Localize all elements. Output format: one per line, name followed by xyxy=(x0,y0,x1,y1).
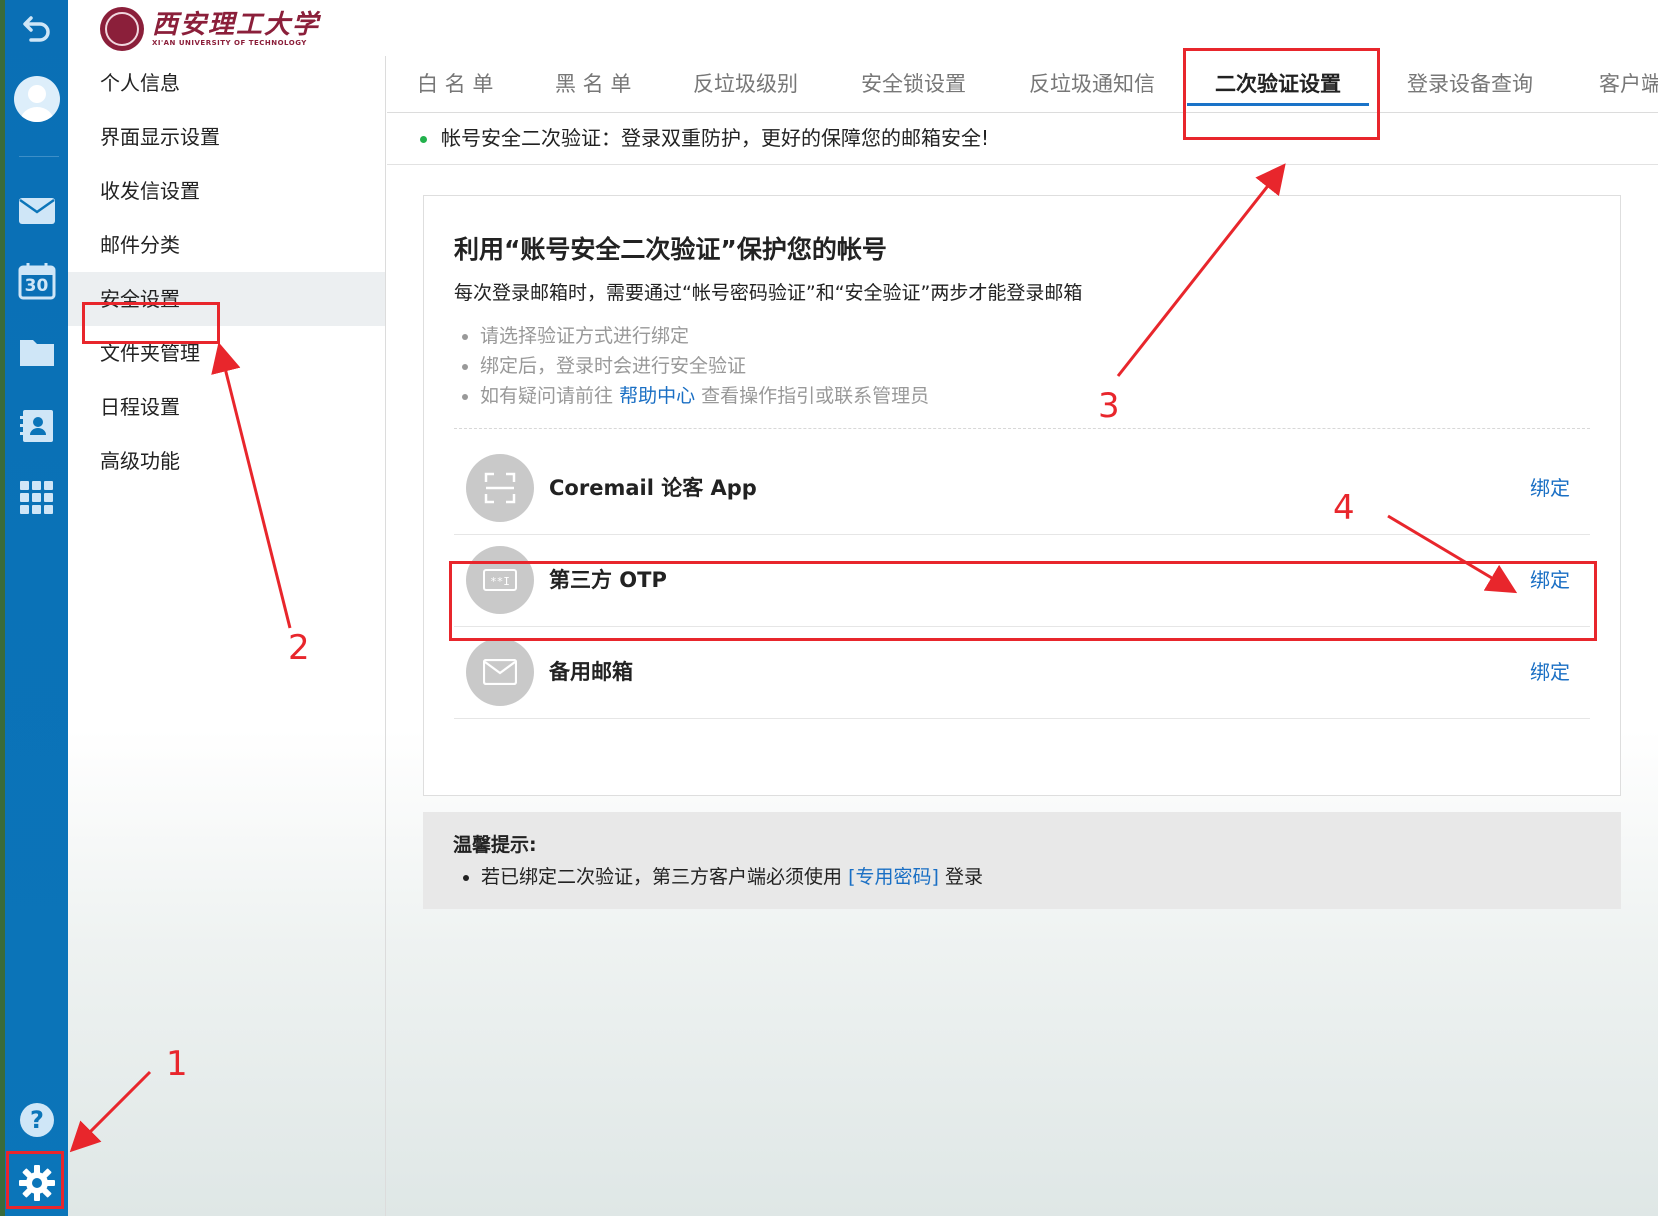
annotation-box-security xyxy=(82,302,220,344)
contacts-icon[interactable] xyxy=(19,408,55,444)
warm-tip-list: 若已绑定二次验证，第三方客户端必须使用 [专用密码] 登录 xyxy=(453,862,983,892)
tip-item: 如有疑问请前往 帮助中心 查看操作指引或联系管理员 xyxy=(480,381,929,411)
bind-button-coremail-app[interactable]: 绑定 xyxy=(1530,442,1570,534)
notice-text: 帐号安全二次验证：登录双重防护，更好的保障您的邮箱安全! xyxy=(441,126,990,150)
university-seal-icon xyxy=(100,7,144,51)
tips-list: 请选择验证方式进行绑定 绑定后，登录时会进行安全验证 如有疑问请前往 帮助中心 … xyxy=(454,321,929,411)
tip-item: 请选择验证方式进行绑定 xyxy=(480,321,929,351)
app-password-link[interactable]: [专用密码] xyxy=(848,866,939,888)
apps-icon[interactable] xyxy=(19,480,55,516)
card-title: 利用“账号安全二次验证”保护您的帐号 xyxy=(454,235,887,264)
two-factor-card: 利用“账号安全二次验证”保护您的帐号 每次登录邮箱时，需要通过“帐号密码验证”和… xyxy=(423,195,1621,796)
tab-antispam-notice[interactable]: 反垃圾通知信 xyxy=(1029,56,1155,112)
security-notice: 帐号安全二次验证：登录双重防护，更好的保障您的邮箱安全! xyxy=(420,122,989,151)
card-description: 每次登录邮箱时，需要通过“帐号密码验证”和“安全验证”两步才能登录邮箱 xyxy=(454,282,1083,304)
method-name: Coremail 论客 App xyxy=(549,476,757,500)
divider xyxy=(387,164,1658,165)
annotation-number-4: 4 xyxy=(1333,488,1355,528)
green-dot-icon xyxy=(420,136,427,143)
help-icon[interactable]: ? xyxy=(19,1102,55,1138)
tab-whitelist[interactable]: 白 名 单 xyxy=(417,56,493,112)
sidebar-item-profile[interactable]: 个人信息 xyxy=(68,56,385,110)
tab-login-devices[interactable]: 登录设备查询 xyxy=(1407,56,1533,112)
security-tabs: 白 名 单 黑 名 单 反垃圾级别 安全锁设置 反垃圾通知信 二次验证设置 登录… xyxy=(387,56,1658,113)
tip3-prefix: 如有疑问请前往 xyxy=(480,385,614,407)
icon-rail: 30 ? xyxy=(0,0,68,1216)
calendar-icon[interactable]: 30 xyxy=(18,262,56,300)
annotation-number-1: 1 xyxy=(166,1044,188,1084)
sidebar-item-display[interactable]: 界面显示设置 xyxy=(68,110,385,164)
tab-antispam-level[interactable]: 反垃圾级别 xyxy=(693,56,798,112)
help-center-link[interactable]: 帮助中心 xyxy=(619,385,695,407)
warm-tip-prefix: 若已绑定二次验证，第三方客户端必须使用 xyxy=(481,866,843,888)
back-icon[interactable] xyxy=(17,6,57,46)
sidebar-item-mail-category[interactable]: 邮件分类 xyxy=(68,218,385,272)
tip3-suffix: 查看操作指引或联系管理员 xyxy=(701,385,930,407)
calendar-day: 30 xyxy=(24,276,49,296)
logo-name-en: XI'AN UNIVERSITY OF TECHNOLOGY xyxy=(152,39,307,47)
annotation-box-gear xyxy=(6,1151,64,1209)
tab-blacklist[interactable]: 黑 名 单 xyxy=(555,56,631,112)
warm-tip-box: 温馨提示: 若已绑定二次验证，第三方客户端必须使用 [专用密码] 登录 xyxy=(423,812,1621,909)
sidebar-item-advanced[interactable]: 高级功能 xyxy=(68,434,385,488)
annotation-number-3: 3 xyxy=(1098,386,1120,426)
dashed-divider xyxy=(454,428,1590,429)
tip-item: 绑定后，登录时会进行安全验证 xyxy=(480,351,929,381)
sidebar-item-calendar[interactable]: 日程设置 xyxy=(68,380,385,434)
scan-icon xyxy=(466,454,534,522)
warm-tip-suffix: 登录 xyxy=(944,866,983,888)
svg-text:?: ? xyxy=(30,1106,44,1134)
annotation-box-otp-row xyxy=(449,561,1597,641)
logo-name-cn: 西安理工大学 xyxy=(152,10,321,40)
warm-tip-title: 温馨提示: xyxy=(453,834,537,856)
annotation-box-tab xyxy=(1183,48,1380,140)
mail-icon[interactable] xyxy=(18,196,56,226)
tab-client[interactable]: 客户端 xyxy=(1599,56,1658,112)
tab-security-lock[interactable]: 安全锁设置 xyxy=(861,56,966,112)
university-logo: 西安理工大学 XI'AN UNIVERSITY OF TECHNOLOGY xyxy=(100,4,320,54)
method-row-coremail-app: Coremail 论客 App 绑定 xyxy=(454,442,1590,535)
warm-tip-item: 若已绑定二次验证，第三方客户端必须使用 [专用密码] 登录 xyxy=(481,862,983,892)
annotation-number-2: 2 xyxy=(288,628,310,668)
avatar-icon[interactable] xyxy=(13,76,60,122)
envelope-icon xyxy=(466,638,534,706)
settings-sidebar: 个人信息 界面显示设置 收发信设置 邮件分类 安全设置 文件夹管理 日程设置 高… xyxy=(68,56,386,1216)
folder-icon[interactable] xyxy=(18,336,56,368)
sidebar-item-send-receive[interactable]: 收发信设置 xyxy=(68,164,385,218)
